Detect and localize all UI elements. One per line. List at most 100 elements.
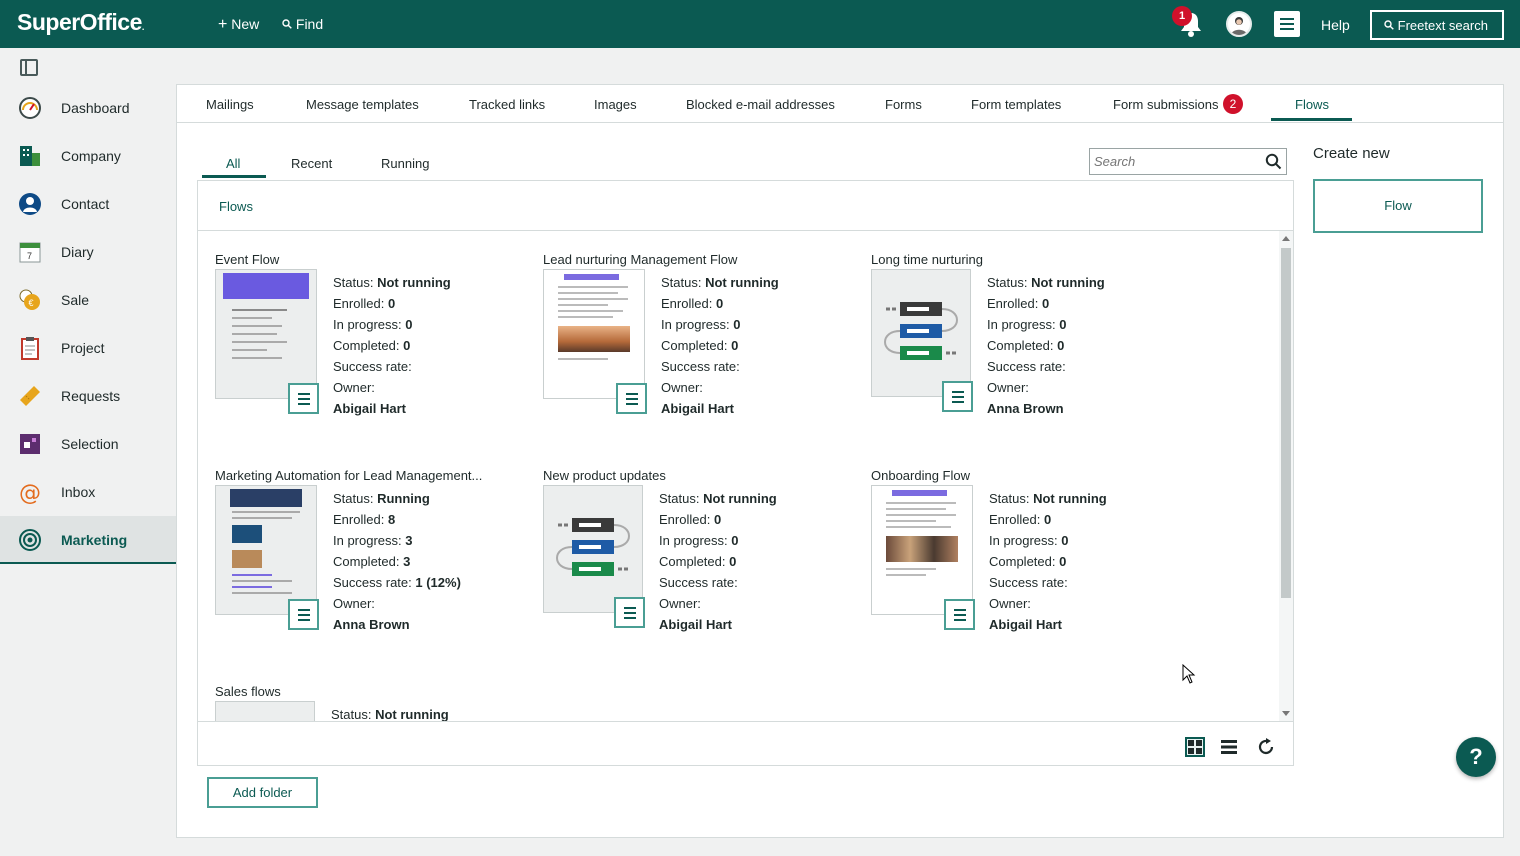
flow-thumbnail[interactable]: [215, 485, 317, 615]
building-icon: [20, 146, 40, 166]
enrolled-row: Enrolled: 0: [333, 293, 451, 314]
menu-line: [1280, 23, 1294, 25]
owner-name[interactable]: Abigail Hart: [659, 614, 777, 635]
owner-name[interactable]: Abigail Hart: [333, 398, 451, 419]
grid-view-icon[interactable]: [1185, 737, 1205, 757]
enrolled-value: 8: [387, 512, 396, 527]
completed-value: 0: [1059, 554, 1067, 569]
thumb-line: [232, 511, 300, 513]
new-label: New: [231, 16, 260, 32]
flow-thumbnail[interactable]: [543, 485, 643, 613]
owner-name[interactable]: Anna Brown: [987, 398, 1105, 419]
flow-diagram-icon: [884, 302, 958, 360]
user-avatar[interactable]: [1226, 11, 1252, 37]
card-menu-icon[interactable]: [944, 599, 975, 630]
sidebar-item-inbox[interactable]: @ Inbox: [0, 468, 176, 516]
card-menu-icon[interactable]: [616, 383, 647, 414]
subtab-recent[interactable]: Recent: [291, 156, 332, 171]
menu-line: [954, 614, 966, 616]
breadcrumb[interactable]: Flows: [219, 199, 253, 214]
flow-name[interactable]: Lead nurturing Management Flow: [543, 252, 843, 267]
sidebar-item-marketing[interactable]: Marketing: [0, 516, 176, 564]
tab-forms[interactable]: Forms: [885, 97, 922, 112]
flow-card-event-flow[interactable]: Event Flow Status: Not running Enrolled:…: [215, 252, 535, 452]
card-menu-icon[interactable]: [288, 599, 319, 630]
app-logo[interactable]: SuperOffice.: [17, 9, 144, 36]
menu-line: [298, 619, 310, 621]
flow-card-marketing-automation[interactable]: Marketing Automation for Lead Management…: [215, 468, 535, 668]
owner-label: Owner:: [987, 380, 1029, 395]
search-input[interactable]: [1094, 152, 1260, 171]
flow-thumbnail[interactable]: [215, 269, 317, 399]
flow-name[interactable]: New product updates: [543, 468, 843, 483]
tab-tracked-links[interactable]: Tracked links: [469, 97, 545, 112]
sidebar-toggle-icon[interactable]: [20, 59, 38, 76]
scrollbar-thumb[interactable]: [1281, 248, 1291, 598]
flow-card-long-time-nurturing[interactable]: Long time nurturing Status: Not running: [871, 252, 1191, 452]
person-icon: [19, 193, 41, 215]
enrolled-label: Enrolled:: [333, 296, 385, 311]
flow-name[interactable]: Onboarding Flow: [871, 468, 1171, 483]
scroll-down-arrow-icon[interactable]: [1282, 711, 1290, 716]
flow-name[interactable]: Long time nurturing: [871, 252, 1171, 267]
freetext-search-button[interactable]: Freetext search: [1370, 10, 1504, 40]
in-progress-label: In progress:: [661, 317, 730, 332]
tab-blocked-email-addresses[interactable]: Blocked e-mail addresses: [686, 97, 835, 112]
flow-name[interactable]: Sales flows: [215, 684, 515, 699]
flow-thumbnail[interactable]: [543, 269, 645, 399]
sidebar-item-selection[interactable]: Selection: [0, 420, 176, 468]
sidebar-item-company[interactable]: Company: [0, 132, 176, 180]
flow-card-sales-flows[interactable]: Sales flows Status: Not running: [215, 684, 535, 721]
sidebar-item-contact[interactable]: Contact: [0, 180, 176, 228]
thumb-logo: [892, 490, 947, 496]
find-button[interactable]: Find: [282, 16, 323, 32]
card-menu-icon[interactable]: [614, 597, 645, 628]
create-flow-button[interactable]: Flow: [1313, 179, 1483, 233]
subtab-all[interactable]: All: [226, 156, 240, 171]
tab-form-submissions[interactable]: Form submissions: [1113, 97, 1218, 112]
flow-name[interactable]: Marketing Automation for Lead Management…: [215, 468, 495, 483]
tab-images[interactable]: Images: [594, 97, 637, 112]
owner-name[interactable]: Abigail Hart: [661, 398, 779, 419]
in-progress-row: In progress: 0: [661, 314, 779, 335]
flows-list-panel: Flows Event Flow Status: Not running Enr…: [197, 180, 1294, 766]
card-menu-icon[interactable]: [942, 381, 973, 412]
flow-thumbnail[interactable]: [871, 485, 973, 615]
owner-name[interactable]: Anna Brown: [333, 614, 461, 635]
thumb-line: [558, 316, 613, 318]
owner-label: Owner:: [333, 596, 375, 611]
owner-name[interactable]: Abigail Hart: [989, 614, 1107, 635]
sidebar-item-requests[interactable]: Requests: [0, 372, 176, 420]
refresh-icon[interactable]: [1256, 737, 1276, 757]
status-row: Status: Running: [333, 488, 461, 509]
flow-card-new-product-updates[interactable]: New product updates Status: Not running: [543, 468, 863, 668]
list-view-icon[interactable]: [1221, 739, 1237, 755]
sidebar-item-diary[interactable]: 7 Diary: [0, 228, 176, 276]
help-fab-button[interactable]: ?: [1456, 737, 1496, 777]
menu-line: [952, 391, 964, 393]
flow-thumbnail[interactable]: [871, 269, 971, 397]
search-icon[interactable]: [1265, 153, 1282, 170]
in-progress-value: 0: [405, 317, 413, 332]
main-menu-button[interactable]: [1274, 11, 1300, 37]
new-button[interactable]: + New: [218, 16, 259, 34]
tab-flows[interactable]: Flows: [1295, 97, 1329, 112]
scroll-up-arrow-icon[interactable]: [1282, 236, 1290, 241]
help-link[interactable]: Help: [1321, 17, 1350, 33]
vertical-scrollbar[interactable]: [1279, 231, 1293, 721]
sidebar-item-project[interactable]: Project: [0, 324, 176, 372]
card-menu-icon[interactable]: [288, 383, 319, 414]
sidebar-item-dashboard[interactable]: Dashboard: [0, 84, 176, 132]
flow-name[interactable]: Event Flow: [215, 252, 515, 267]
sidebar-item-sale[interactable]: € Sale: [0, 276, 176, 324]
flow-thumbnail[interactable]: [215, 701, 315, 721]
tab-message-templates[interactable]: Message templates: [306, 97, 419, 112]
flow-card-onboarding-flow[interactable]: Onboarding Flow Status: Not running Enro…: [871, 468, 1191, 668]
owner-row: Owner:: [333, 593, 461, 614]
flow-card-lead-nurturing[interactable]: Lead nurturing Management Flow Status: N…: [543, 252, 863, 452]
add-folder-button[interactable]: Add folder: [207, 777, 318, 808]
tab-mailings[interactable]: Mailings: [206, 97, 254, 112]
tab-form-templates[interactable]: Form templates: [971, 97, 1061, 112]
subtab-running[interactable]: Running: [381, 156, 429, 171]
thumb-photo: [232, 525, 262, 543]
